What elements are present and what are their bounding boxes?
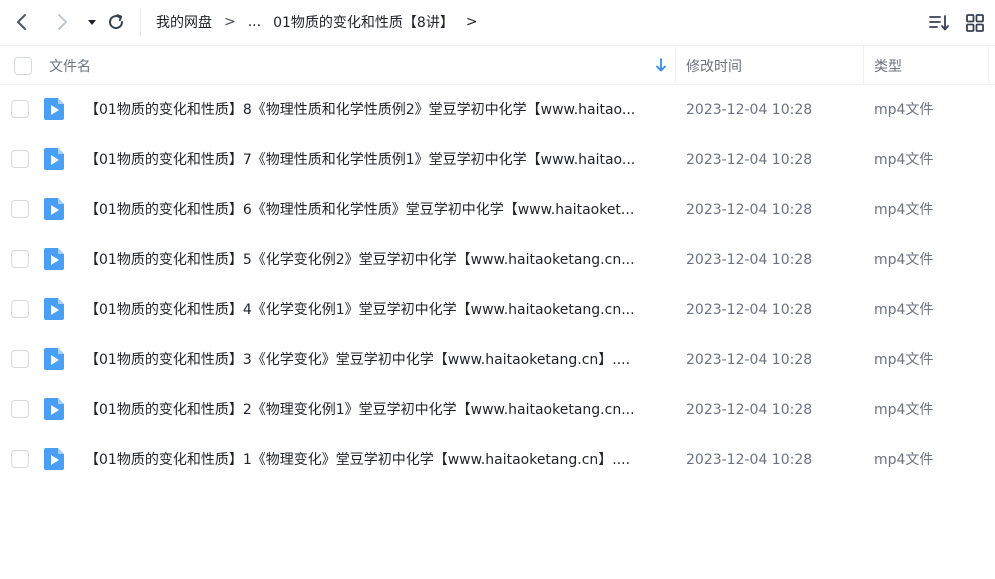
breadcrumb-separator: > (224, 14, 236, 30)
sort-button[interactable] (928, 12, 950, 34)
file-type: mp4文件 (874, 302, 934, 318)
file-row[interactable]: 【01物质的变化和性质】7《物理性质和化学性质例1》堂豆学初中化学【www.ha… (0, 135, 995, 185)
video-file-icon (44, 348, 64, 370)
video-file-icon (44, 398, 64, 420)
file-name[interactable]: 【01物质的变化和性质】2《物理变化例1》堂豆学初中化学【www.haitaok… (85, 385, 663, 435)
file-type: mp4文件 (874, 152, 934, 168)
file-name[interactable]: 【01物质的变化和性质】8《物理性质和化学性质例2》堂豆学初中化学【www.ha… (85, 85, 663, 135)
file-row[interactable]: 【01物质的变化和性质】8《物理性质和化学性质例2》堂豆学初中化学【www.ha… (0, 85, 995, 135)
back-button[interactable] (10, 10, 34, 34)
file-name[interactable]: 【01物质的变化和性质】5《化学变化例2》堂豆学初中化学【www.haitaok… (85, 235, 663, 285)
file-type: mp4文件 (874, 252, 934, 268)
file-type: mp4文件 (874, 402, 934, 418)
breadcrumb-current-folder[interactable]: 01物质的变化和性质【8讲】 (273, 12, 454, 32)
breadcrumb-root[interactable]: 我的网盘 (156, 12, 212, 32)
file-name[interactable]: 【01物质的变化和性质】7《物理性质和化学性质例1》堂豆学初中化学【www.ha… (85, 135, 663, 185)
row-checkbox[interactable] (11, 400, 29, 418)
breadcrumb-trailing-separator[interactable]: > (466, 14, 478, 30)
video-file-icon (44, 448, 64, 470)
file-name[interactable]: 【01物质的变化和性质】3《化学变化》堂豆学初中化学【www.haitaoket… (85, 335, 663, 385)
grid-view-icon (966, 14, 984, 32)
file-type: mp4文件 (874, 352, 934, 368)
grid-view-button[interactable] (964, 12, 986, 34)
file-row[interactable]: 【01物质的变化和性质】4《化学变化例1》堂豆学初中化学【www.haitaok… (0, 285, 995, 335)
row-checkbox[interactable] (11, 150, 29, 168)
file-modified-date: 2023-12-04 10:28 (686, 202, 813, 218)
sort-list-icon (929, 15, 949, 31)
row-checkbox[interactable] (11, 100, 29, 118)
file-type: mp4文件 (874, 452, 934, 468)
column-header-modified[interactable]: 修改时间 (686, 46, 742, 85)
refresh-icon (109, 14, 124, 30)
forward-button[interactable] (50, 10, 74, 34)
caret-down-icon (88, 20, 96, 25)
file-modified-date: 2023-12-04 10:28 (686, 352, 813, 368)
sort-descending-arrow-icon[interactable] (654, 57, 668, 73)
video-file-icon (44, 148, 64, 170)
file-modified-date: 2023-12-04 10:28 (686, 102, 813, 118)
toolbar: 我的网盘 > ... 01物质的变化和性质【8讲】 > (0, 0, 995, 44)
file-table-header: 文件名 修改时间 类型 (0, 45, 995, 85)
video-file-icon (44, 198, 64, 220)
row-checkbox[interactable] (11, 250, 29, 268)
file-modified-date: 2023-12-04 10:28 (686, 452, 813, 468)
chevron-right-icon (58, 14, 67, 30)
file-row[interactable]: 【01物质的变化和性质】3《化学变化》堂豆学初中化学【www.haitaoket… (0, 335, 995, 385)
file-row[interactable]: 【01物质的变化和性质】5《化学变化例2》堂豆学初中化学【www.haitaok… (0, 235, 995, 285)
file-name[interactable]: 【01物质的变化和性质】4《化学变化例1》堂豆学初中化学【www.haitaok… (85, 285, 663, 335)
file-row[interactable]: 【01物质的变化和性质】6《物理性质和化学性质》堂豆学初中化学【www.hait… (0, 185, 995, 235)
column-header-type[interactable]: 类型 (874, 46, 902, 85)
toolbar-divider (140, 8, 141, 36)
file-name[interactable]: 【01物质的变化和性质】6《物理性质和化学性质》堂豆学初中化学【www.hait… (85, 185, 663, 235)
column-divider[interactable] (988, 46, 989, 85)
refresh-button[interactable] (104, 10, 128, 34)
breadcrumb: 我的网盘 > ... 01物质的变化和性质【8讲】 > (156, 0, 478, 44)
file-row[interactable]: 【01物质的变化和性质】1《物理变化》堂豆学初中化学【www.haitaoket… (0, 435, 995, 485)
file-modified-date: 2023-12-04 10:28 (686, 252, 813, 268)
video-file-icon (44, 248, 64, 270)
row-checkbox[interactable] (11, 350, 29, 368)
column-divider[interactable] (675, 46, 676, 85)
video-file-icon (44, 98, 64, 120)
file-list: 【01物质的变化和性质】8《物理性质和化学性质例2》堂豆学初中化学【www.ha… (0, 85, 995, 485)
file-type: mp4文件 (874, 102, 934, 118)
file-row[interactable]: 【01物质的变化和性质】2《物理变化例1》堂豆学初中化学【www.haitaok… (0, 385, 995, 435)
file-modified-date: 2023-12-04 10:28 (686, 302, 813, 318)
column-header-name[interactable]: 文件名 (49, 46, 91, 85)
file-modified-date: 2023-12-04 10:28 (686, 152, 813, 168)
column-divider[interactable] (863, 46, 864, 85)
row-checkbox[interactable] (11, 200, 29, 218)
chevron-left-icon (17, 14, 26, 30)
row-checkbox[interactable] (11, 450, 29, 468)
select-all-checkbox[interactable] (14, 57, 32, 75)
history-dropdown-button[interactable] (80, 10, 104, 34)
file-type: mp4文件 (874, 202, 934, 218)
file-modified-date: 2023-12-04 10:28 (686, 402, 813, 418)
video-file-icon (44, 298, 64, 320)
breadcrumb-ellipsis[interactable]: ... (248, 14, 261, 30)
file-name[interactable]: 【01物质的变化和性质】1《物理变化》堂豆学初中化学【www.haitaoket… (85, 435, 663, 485)
row-checkbox[interactable] (11, 300, 29, 318)
